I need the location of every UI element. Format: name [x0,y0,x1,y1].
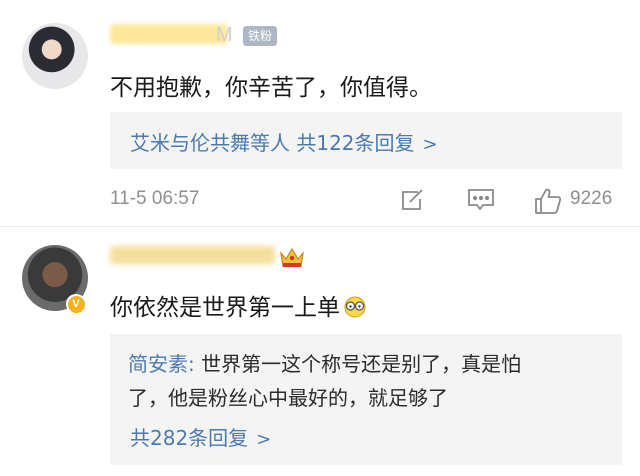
verified-icon: V [67,295,85,313]
username-blurred[interactable] [110,246,275,264]
reply-line: 简安素: 世界第一这个称号还是别了，真是怕 [128,348,521,377]
comment-text-body: 你依然是世界第一上单 [110,295,340,321]
divider [0,226,640,227]
share-icon[interactable] [398,186,426,218]
chevron-right-icon: > [422,134,438,155]
comment-text: 不用抱歉，你辛苦了，你值得。 [110,75,432,101]
avatar[interactable] [22,23,88,89]
thumbs-up-icon[interactable] [533,186,563,220]
reply-line: 了，他是粉丝心中最好的，就足够了 [128,382,448,411]
username-blurred[interactable] [110,24,228,44]
reply-author[interactable]: 简安素: [128,352,195,376]
like-count: 9226 [570,188,613,209]
reply-box[interactable]: 简安素: 世界第一这个称号还是别了，真是怕 了，他是粉丝心中最好的，就足够了 共… [110,334,622,465]
comment-time: 11-5 06:57 [110,188,200,209]
chevron-right-icon: > [256,429,272,450]
verified-badge: V [66,294,86,314]
comment-icon[interactable] [466,186,496,218]
reply-count[interactable]: 共122条回复 [296,131,414,155]
username-suffix[interactable]: M [216,24,233,47]
reply-text: 了，他是粉丝心中最好的，就足够了 [128,386,448,410]
comment-text: 你依然是世界第一上单 [110,288,368,324]
crown-icon [279,246,305,270]
reply-count[interactable]: 共282条回复 [130,426,248,450]
fan-badge: 铁粉 [243,26,278,46]
reply-text: 世界第一这个称号还是别了，真是怕 [194,352,522,376]
reply-summary[interactable]: 共282条回复 > [130,422,271,451]
glasses-emoji-icon [342,296,368,324]
reply-summary-box[interactable]: 艾米与伦共舞等人 共122条回复 > [110,112,622,169]
reply-names[interactable]: 艾米与伦共舞等人 [130,131,290,155]
reply-summary[interactable]: 艾米与伦共舞等人 共122条回复 > [130,127,438,156]
